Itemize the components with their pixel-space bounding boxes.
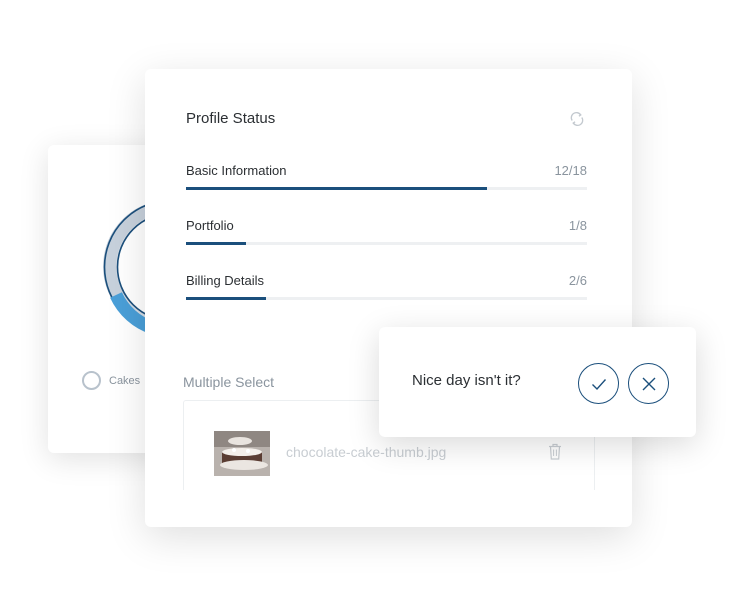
progress-count: 12/18 bbox=[554, 163, 587, 178]
progress-portfolio: Portfolio 1/8 bbox=[186, 218, 587, 245]
legend-label-cakes: Cakes bbox=[109, 374, 141, 387]
progress-fill bbox=[186, 297, 267, 300]
progress-track bbox=[186, 187, 587, 190]
progress-track bbox=[186, 242, 587, 245]
profile-status-card: Profile Status Basic Information 12/18 P… bbox=[145, 69, 632, 527]
progress-basic-information: Basic Information 12/18 bbox=[186, 163, 587, 190]
confirm-toast: Nice day isn't it? bbox=[379, 327, 696, 437]
toast-message: Nice day isn't it? bbox=[412, 372, 521, 389]
progress-label: Billing Details bbox=[186, 273, 265, 288]
progress-count: 1/8 bbox=[568, 218, 587, 233]
refresh-icon[interactable] bbox=[569, 111, 585, 127]
confirm-button[interactable] bbox=[578, 363, 619, 404]
progress-label: Basic Information bbox=[186, 163, 287, 178]
progress-fill bbox=[186, 242, 247, 245]
close-icon bbox=[642, 377, 655, 390]
progress-billing-details: Billing Details 2/6 bbox=[186, 273, 587, 300]
legend-marker bbox=[82, 371, 101, 390]
card-title: Profile Status bbox=[186, 110, 276, 127]
progress-fill bbox=[186, 187, 487, 190]
progress-track bbox=[186, 297, 587, 300]
chart-legend: Cakes bbox=[82, 371, 140, 390]
check-icon bbox=[591, 378, 606, 390]
progress-count: 2/6 bbox=[568, 273, 587, 288]
trash-icon[interactable] bbox=[548, 443, 562, 460]
file-thumbnail bbox=[214, 431, 270, 476]
multiple-select-label: Multiple Select bbox=[183, 374, 275, 390]
dismiss-button[interactable] bbox=[628, 363, 669, 404]
progress-label: Portfolio bbox=[186, 218, 234, 233]
file-name: chocolate-cake-thumb.jpg bbox=[286, 444, 447, 460]
